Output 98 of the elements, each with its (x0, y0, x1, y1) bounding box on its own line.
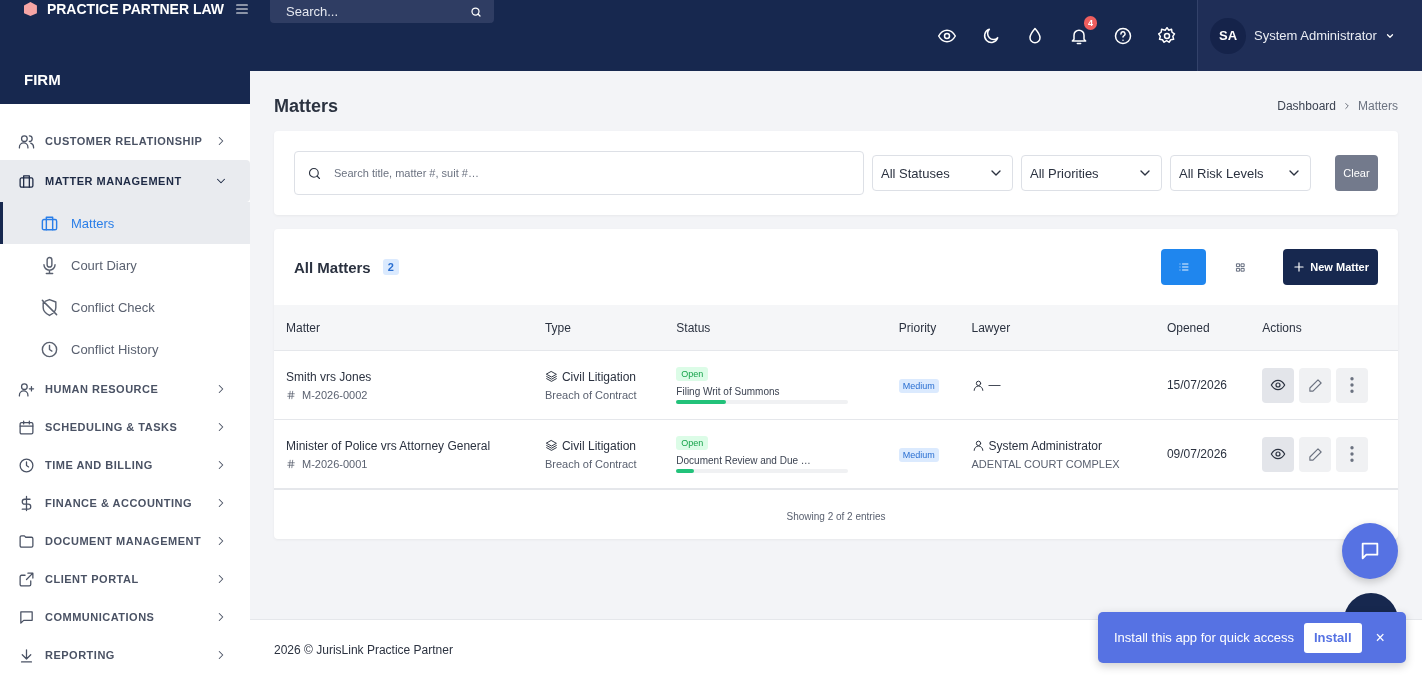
chat-bubble-icon (1359, 540, 1381, 562)
briefcase-icon (18, 172, 35, 190)
sidebar-item[interactable]: Conflict Check (0, 286, 250, 328)
hash-icon (286, 389, 296, 400)
priority-badge: Medium (898, 379, 939, 393)
count-badge: 2 (382, 259, 399, 275)
eye-icon (1270, 446, 1287, 462)
search-icon (307, 165, 322, 181)
filter-dropdown[interactable]: All Priorities (1021, 155, 1162, 191)
avatar: SA (1210, 17, 1246, 54)
breadcrumb-item: Matters (1358, 99, 1398, 113)
clear-button[interactable]: Clear (1335, 155, 1378, 191)
filter-dropdown[interactable]: All Statuses (872, 155, 1013, 191)
footer-text: 2026 © JurisLink Practice Partner (274, 642, 453, 657)
priority-badge: Medium (898, 448, 939, 462)
column-header: Priority (886, 305, 960, 351)
view-button[interactable] (1262, 436, 1295, 472)
sidebar-section[interactable]: FINANCE & ACCOUNTING (0, 484, 250, 522)
column-header: Matter (274, 305, 533, 351)
briefcase-icon (40, 213, 59, 233)
opened-date: 15/07/2026 (1154, 350, 1251, 420)
sidebar-section[interactable]: TIME AND BILLING (0, 446, 250, 484)
section-title: FIRM (24, 71, 62, 88)
column-header: Actions (1250, 305, 1398, 351)
clock-icon (18, 456, 35, 474)
microphone-icon (40, 255, 59, 275)
install-message: Install this app for quick access (1114, 630, 1294, 645)
stage-text: Document Review and Due … (676, 455, 812, 466)
column-header: Opened (1154, 305, 1251, 351)
sidebar-section[interactable]: COMMUNICATIONS (0, 598, 250, 636)
status-badge: Open (676, 436, 709, 450)
clock-icon (40, 339, 59, 359)
chat-bubble-icon (18, 608, 35, 626)
users-icon (18, 132, 35, 150)
user-icon (971, 439, 985, 452)
filter-dropdown[interactable]: All Risk Levels (1170, 155, 1311, 191)
status-badge: Open (676, 367, 709, 381)
grid-icon (1235, 261, 1247, 273)
shield-off-icon (40, 297, 59, 317)
chevron-right-icon (1342, 101, 1352, 111)
matter-number: M-2026-0002 (302, 388, 368, 401)
download-icon (18, 646, 35, 664)
matter-subtype: Breach of Contract (544, 457, 637, 470)
logo-icon (24, 2, 37, 16)
brand-name: PRACTICE PARTNER LAW (46, 1, 224, 17)
lawyer-name: — (988, 378, 1001, 392)
search-input[interactable]: Search title, matter #, suit #… (334, 153, 851, 193)
list-view-button[interactable] (1161, 249, 1207, 285)
opened-date: 09/07/2026 (1154, 419, 1251, 489)
eye-icon (1270, 377, 1287, 393)
search-input[interactable]: Search... (286, 4, 436, 19)
user-menu[interactable]: SA System Administrator (1197, 0, 1422, 71)
column-header: Type (532, 305, 665, 351)
court-name: ADENTAL COURT COMPLEX (971, 457, 1120, 470)
sidebar-section[interactable]: SCHEDULING & TASKS (0, 408, 250, 446)
notification-count: 4 (1084, 15, 1097, 30)
search-field[interactable]: Search... (270, 0, 494, 23)
sidebar-section[interactable]: HUMAN RESOURCE (0, 370, 250, 408)
install-button[interactable]: Install (1303, 622, 1362, 653)
matter-subtype: Breach of Contract (544, 388, 637, 401)
breadcrumb-item[interactable]: Dashboard (1277, 99, 1336, 113)
sidebar-section[interactable]: CLIENT PORTAL (0, 560, 250, 598)
user-name: System Administrator (1254, 28, 1377, 43)
column-header: Lawyer (959, 305, 1155, 351)
matter-type: Civil Litigation (561, 369, 636, 384)
more-vertical-icon (1350, 446, 1355, 462)
sidebar-section[interactable]: REPORTING (0, 636, 250, 674)
layers-icon (544, 439, 558, 452)
plus-icon (1292, 260, 1307, 274)
folder-icon (18, 532, 35, 550)
layers-icon (544, 370, 558, 383)
user-icon (971, 378, 985, 392)
card-title: All Matters (294, 258, 371, 276)
hash-icon (286, 458, 296, 469)
close-button[interactable]: × (1371, 628, 1389, 647)
external-link-icon (18, 570, 35, 588)
lawyer-name: System Administrator (988, 438, 1102, 453)
sidebar-item[interactable]: Court Diary (0, 244, 250, 286)
pencil-icon (1307, 446, 1323, 462)
matter-title[interactable]: Minister of Police vrs Attorney General (286, 438, 521, 453)
calendar-icon (18, 418, 35, 436)
pencil-icon (1307, 377, 1323, 393)
sidebar-section[interactable]: DOCUMENT MANAGEMENT (0, 522, 250, 560)
user-plus-icon (18, 380, 35, 398)
page-title: Matters (274, 95, 339, 117)
matter-type: Civil Litigation (561, 438, 636, 453)
sidebar-item[interactable]: Conflict History (0, 328, 250, 370)
more-vertical-icon (1350, 377, 1355, 393)
chat-button[interactable] (1342, 523, 1398, 579)
view-button[interactable] (1262, 367, 1295, 403)
sidebar-section[interactable]: CUSTOMER RELATIONSHIP (0, 122, 250, 160)
matter-title[interactable]: Smith vrs Jones (286, 369, 521, 384)
matter-number: M-2026-0001 (302, 457, 368, 470)
new-matter-button[interactable]: New Matter (1283, 249, 1378, 285)
search-icon (470, 5, 482, 18)
sidebar-section[interactable]: MATTER MANAGEMENT (0, 160, 250, 202)
stage-text: Filing Writ of Summons (676, 386, 781, 397)
column-header: Status (664, 305, 887, 351)
